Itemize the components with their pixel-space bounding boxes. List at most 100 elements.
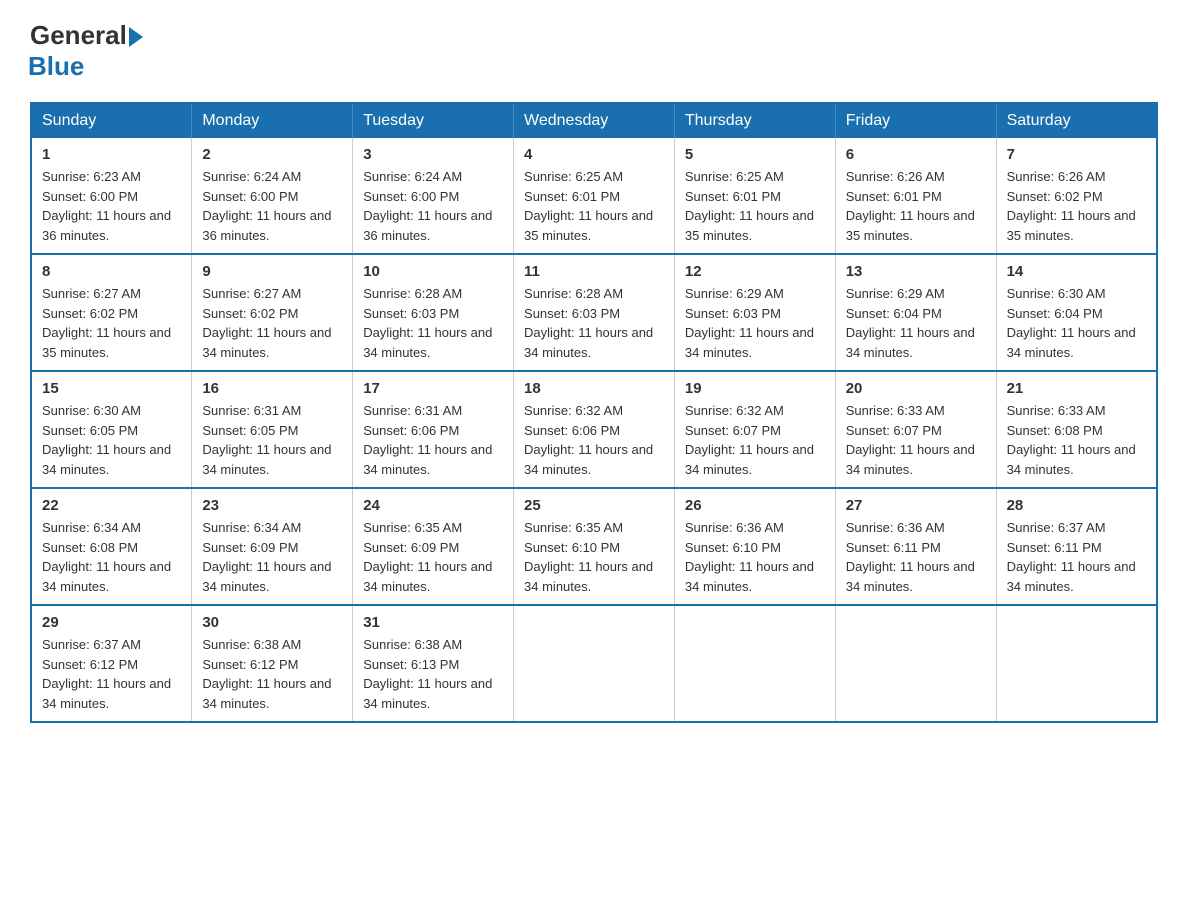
day-info: Sunrise: 6:34 AMSunset: 6:08 PMDaylight:…: [42, 518, 181, 596]
day-number: 6: [846, 146, 986, 163]
calendar-table: SundayMondayTuesdayWednesdayThursdayFrid…: [30, 102, 1158, 723]
calendar-day-cell: 29Sunrise: 6:37 AMSunset: 6:12 PMDayligh…: [31, 605, 192, 722]
day-number: 11: [524, 263, 664, 280]
calendar-day-cell: 31Sunrise: 6:38 AMSunset: 6:13 PMDayligh…: [353, 605, 514, 722]
calendar-day-cell: [514, 605, 675, 722]
calendar-day-cell: [996, 605, 1157, 722]
calendar-day-cell: 23 Sunrise: 6:34 AMSunset: 6:09 PMDayligh…: [192, 488, 353, 605]
day-number: 15: [42, 380, 181, 397]
calendar-day-cell: 27Sunrise: 6:36 AMSunset: 6:11 PMDayligh…: [835, 488, 996, 605]
day-number: 24: [363, 497, 503, 514]
calendar-day-cell: 17 Sunrise: 6:31 AMSunset: 6:06 PMDayligh…: [353, 371, 514, 488]
day-info: Sunrise: 6:31 AMSunset: 6:05 PMDaylight:…: [202, 401, 342, 479]
day-info: Sunrise: 6:36 AMSunset: 6:10 PMDaylight:…: [685, 518, 825, 596]
calendar-day-cell: 1 Sunrise: 6:23 AMSunset: 6:00 PMDaylight…: [31, 138, 192, 254]
day-number: 28: [1007, 497, 1146, 514]
day-info: Sunrise: 6:34 AMSunset: 6:09 PMDaylight:…: [202, 518, 342, 596]
calendar-day-cell: 2 Sunrise: 6:24 AMSunset: 6:00 PMDaylight…: [192, 138, 353, 254]
calendar-day-cell: [835, 605, 996, 722]
day-info: Sunrise: 6:28 AMSunset: 6:03 PMDaylight:…: [363, 284, 503, 362]
logo: General Blue: [30, 20, 143, 82]
day-info: Sunrise: 6:30 AMSunset: 6:05 PMDaylight:…: [42, 401, 181, 479]
logo-general-text: General: [30, 20, 127, 51]
calendar-day-cell: 30Sunrise: 6:38 AMSunset: 6:12 PMDayligh…: [192, 605, 353, 722]
calendar-day-cell: 22 Sunrise: 6:34 AMSunset: 6:08 PMDayligh…: [31, 488, 192, 605]
day-info: Sunrise: 6:24 AMSunset: 6:00 PMDaylight:…: [202, 167, 342, 245]
calendar-day-cell: 25 Sunrise: 6:35 AMSunset: 6:10 PMDayligh…: [514, 488, 675, 605]
day-number: 7: [1007, 146, 1146, 163]
calendar-day-cell: 14 Sunrise: 6:30 AMSunset: 6:04 PMDayligh…: [996, 254, 1157, 371]
calendar-day-cell: 7 Sunrise: 6:26 AMSunset: 6:02 PMDaylight…: [996, 138, 1157, 254]
calendar-day-cell: 19Sunrise: 6:32 AMSunset: 6:07 PMDayligh…: [674, 371, 835, 488]
calendar-day-cell: 4 Sunrise: 6:25 AMSunset: 6:01 PMDaylight…: [514, 138, 675, 254]
calendar-week-row: 8Sunrise: 6:27 AMSunset: 6:02 PMDaylight…: [31, 254, 1157, 371]
day-info: Sunrise: 6:23 AMSunset: 6:00 PMDaylight:…: [42, 167, 181, 245]
logo-arrow-icon: [129, 27, 143, 47]
day-number: 23: [202, 497, 342, 514]
calendar-header-cell: Sunday: [31, 103, 192, 138]
calendar-header-cell: Tuesday: [353, 103, 514, 138]
day-info: Sunrise: 6:33 AMSunset: 6:08 PMDaylight:…: [1007, 401, 1146, 479]
calendar-day-cell: 26 Sunrise: 6:36 AMSunset: 6:10 PMDayligh…: [674, 488, 835, 605]
calendar-day-cell: 15 Sunrise: 6:30 AMSunset: 6:05 PMDayligh…: [31, 371, 192, 488]
day-info: Sunrise: 6:35 AMSunset: 6:09 PMDaylight:…: [363, 518, 503, 596]
day-info: Sunrise: 6:30 AMSunset: 6:04 PMDaylight:…: [1007, 284, 1146, 362]
day-number: 1: [42, 146, 181, 163]
calendar-week-row: 22 Sunrise: 6:34 AMSunset: 6:08 PMDayligh…: [31, 488, 1157, 605]
day-info: Sunrise: 6:37 AMSunset: 6:12 PMDaylight:…: [42, 635, 181, 713]
day-info: Sunrise: 6:32 AMSunset: 6:07 PMDaylight:…: [685, 401, 825, 479]
day-info: Sunrise: 6:35 AMSunset: 6:10 PMDaylight:…: [524, 518, 664, 596]
day-number: 10: [363, 263, 503, 280]
calendar-day-cell: 6 Sunrise: 6:26 AMSunset: 6:01 PMDaylight…: [835, 138, 996, 254]
calendar-day-cell: 11 Sunrise: 6:28 AMSunset: 6:03 PMDayligh…: [514, 254, 675, 371]
day-number: 25: [524, 497, 664, 514]
calendar-header-cell: Thursday: [674, 103, 835, 138]
calendar-week-row: 29Sunrise: 6:37 AMSunset: 6:12 PMDayligh…: [31, 605, 1157, 722]
calendar-header-row: SundayMondayTuesdayWednesdayThursdayFrid…: [31, 103, 1157, 138]
day-number: 18: [524, 380, 664, 397]
day-info: Sunrise: 6:25 AMSunset: 6:01 PMDaylight:…: [685, 167, 825, 245]
calendar-day-cell: 20 Sunrise: 6:33 AMSunset: 6:07 PMDayligh…: [835, 371, 996, 488]
calendar-day-cell: 24 Sunrise: 6:35 AMSunset: 6:09 PMDayligh…: [353, 488, 514, 605]
calendar-day-cell: 10 Sunrise: 6:28 AMSunset: 6:03 PMDayligh…: [353, 254, 514, 371]
day-number: 17: [363, 380, 503, 397]
day-info: Sunrise: 6:27 AMSunset: 6:02 PMDaylight:…: [42, 284, 181, 362]
calendar-day-cell: 13Sunrise: 6:29 AMSunset: 6:04 PMDayligh…: [835, 254, 996, 371]
day-info: Sunrise: 6:32 AMSunset: 6:06 PMDaylight:…: [524, 401, 664, 479]
calendar-header-cell: Wednesday: [514, 103, 675, 138]
calendar-day-cell: 9Sunrise: 6:27 AMSunset: 6:02 PMDaylight…: [192, 254, 353, 371]
day-number: 20: [846, 380, 986, 397]
day-number: 26: [685, 497, 825, 514]
calendar-day-cell: 5 Sunrise: 6:25 AMSunset: 6:01 PMDaylight…: [674, 138, 835, 254]
day-number: 5: [685, 146, 825, 163]
day-info: Sunrise: 6:37 AMSunset: 6:11 PMDaylight:…: [1007, 518, 1146, 596]
day-info: Sunrise: 6:33 AMSunset: 6:07 PMDaylight:…: [846, 401, 986, 479]
calendar-header-cell: Monday: [192, 103, 353, 138]
day-info: Sunrise: 6:31 AMSunset: 6:06 PMDaylight:…: [363, 401, 503, 479]
day-number: 2: [202, 146, 342, 163]
day-info: Sunrise: 6:25 AMSunset: 6:01 PMDaylight:…: [524, 167, 664, 245]
day-number: 4: [524, 146, 664, 163]
calendar-day-cell: 8Sunrise: 6:27 AMSunset: 6:02 PMDaylight…: [31, 254, 192, 371]
day-info: Sunrise: 6:28 AMSunset: 6:03 PMDaylight:…: [524, 284, 664, 362]
calendar-day-cell: 28 Sunrise: 6:37 AMSunset: 6:11 PMDayligh…: [996, 488, 1157, 605]
day-number: 21: [1007, 380, 1146, 397]
day-number: 12: [685, 263, 825, 280]
day-info: Sunrise: 6:24 AMSunset: 6:00 PMDaylight:…: [363, 167, 503, 245]
page-header: General Blue: [30, 20, 1158, 82]
day-number: 22: [42, 497, 181, 514]
day-info: Sunrise: 6:36 AMSunset: 6:11 PMDaylight:…: [846, 518, 986, 596]
day-info: Sunrise: 6:38 AMSunset: 6:12 PMDaylight:…: [202, 635, 342, 713]
day-info: Sunrise: 6:29 AMSunset: 6:04 PMDaylight:…: [846, 284, 986, 362]
day-info: Sunrise: 6:26 AMSunset: 6:02 PMDaylight:…: [1007, 167, 1146, 245]
calendar-day-cell: [674, 605, 835, 722]
calendar-header-cell: Saturday: [996, 103, 1157, 138]
logo-blue-text: Blue: [28, 51, 84, 82]
calendar-day-cell: 12Sunrise: 6:29 AMSunset: 6:03 PMDayligh…: [674, 254, 835, 371]
day-info: Sunrise: 6:26 AMSunset: 6:01 PMDaylight:…: [846, 167, 986, 245]
day-number: 16: [202, 380, 342, 397]
calendar-day-cell: 21 Sunrise: 6:33 AMSunset: 6:08 PMDayligh…: [996, 371, 1157, 488]
day-number: 14: [1007, 263, 1146, 280]
calendar-day-cell: 3Sunrise: 6:24 AMSunset: 6:00 PMDaylight…: [353, 138, 514, 254]
day-info: Sunrise: 6:38 AMSunset: 6:13 PMDaylight:…: [363, 635, 503, 713]
